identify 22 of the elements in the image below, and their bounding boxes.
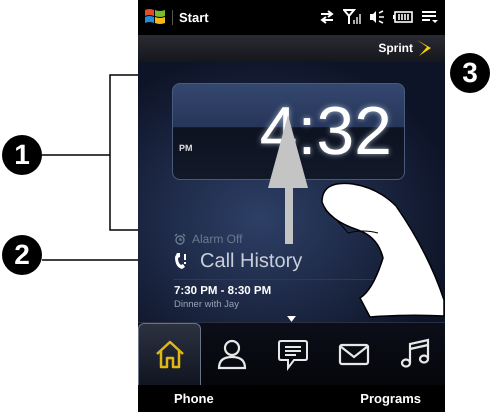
data-sync-icon: [319, 10, 335, 24]
clock-period: PM: [179, 142, 192, 153]
wing-logo-icon: [415, 39, 433, 58]
event-time: 7:30 PM - 8:30 PM: [174, 284, 272, 297]
event-title: Dinner with Jay: [174, 298, 240, 310]
call-history-label[interactable]: Call History: [200, 250, 302, 273]
callout-number: 1: [2, 135, 42, 175]
callout-number: 3: [450, 53, 490, 93]
screen-title: Start: [172, 10, 209, 25]
alarm-status: Alarm Off: [192, 232, 242, 246]
softkey[interactable]: Programs: [360, 391, 421, 406]
signal-icon: [343, 9, 361, 26]
alarm-clock-icon: [174, 232, 186, 245]
battery-icon: [393, 11, 413, 24]
volume-muted-icon: [369, 10, 385, 24]
down-arrow-icon: [287, 316, 296, 322]
carrier-logo-text: Sprint: [378, 41, 413, 56]
tab[interactable]: [138, 322, 201, 386]
callout-number: 2: [2, 235, 42, 275]
phone-icon: [174, 252, 188, 270]
menu-icon[interactable]: [421, 10, 439, 24]
softkey[interactable]: Phone: [174, 391, 214, 406]
